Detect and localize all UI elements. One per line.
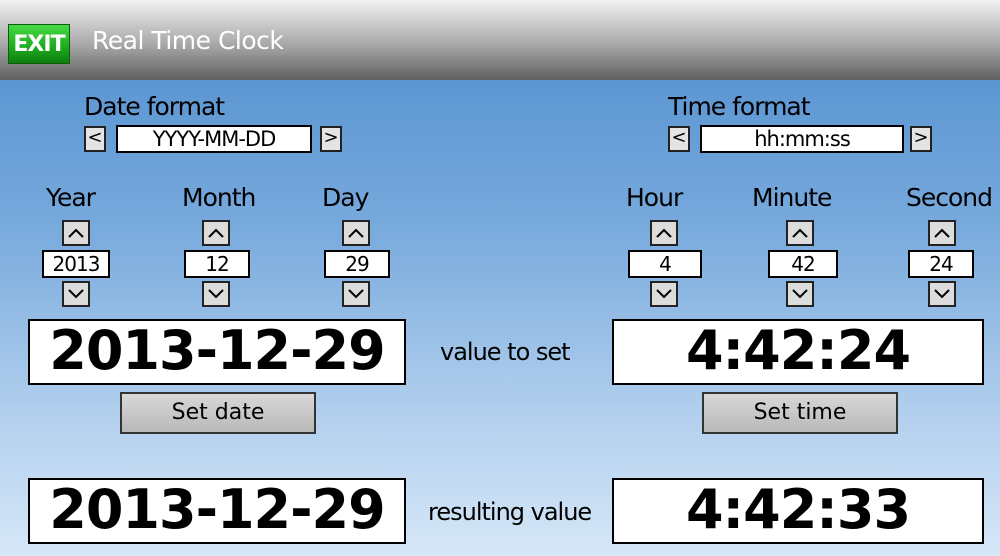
exit-button[interactable]: EXIT <box>8 24 70 64</box>
result-date-display: 2013-12-29 <box>28 478 406 544</box>
chevron-up-icon <box>208 228 224 238</box>
second-value[interactable]: 24 <box>908 250 974 278</box>
resulting-value-label: resulting value <box>428 498 592 526</box>
chevron-up-icon <box>934 228 950 238</box>
hour-value[interactable]: 4 <box>628 250 702 278</box>
chevron-up-icon <box>656 228 672 238</box>
date-format-next-button[interactable]: > <box>320 126 342 152</box>
date-format-label: Date format <box>84 92 225 121</box>
day-up-button[interactable] <box>342 220 370 246</box>
chevron-right-icon: > <box>323 127 339 148</box>
month-up-button[interactable] <box>202 220 230 246</box>
chevron-left-icon: < <box>671 127 687 148</box>
value-to-set-label: value to set <box>440 338 571 366</box>
day-label: Day <box>322 183 369 212</box>
hour-down-button[interactable] <box>650 281 678 307</box>
year-up-button[interactable] <box>62 220 90 246</box>
year-down-button[interactable] <box>62 281 90 307</box>
date-format-prev-button[interactable]: < <box>84 126 106 152</box>
set-time-button[interactable]: Set time <box>702 392 898 434</box>
title-bar: EXIT Real Time Clock <box>0 0 1000 80</box>
month-label: Month <box>182 183 256 212</box>
chevron-up-icon <box>68 228 84 238</box>
time-format-label: Time format <box>668 92 811 121</box>
chevron-down-icon <box>208 289 224 299</box>
chevron-down-icon <box>934 289 950 299</box>
chevron-up-icon <box>792 228 808 238</box>
rtc-screen: EXIT Real Time Clock Date format < YYYY-… <box>0 0 1000 556</box>
year-value[interactable]: 2013 <box>42 250 110 278</box>
set-date-display: 2013-12-29 <box>28 319 406 385</box>
day-down-button[interactable] <box>342 281 370 307</box>
chevron-down-icon <box>792 289 808 299</box>
month-value[interactable]: 12 <box>184 250 250 278</box>
set-date-button[interactable]: Set date <box>120 392 316 434</box>
year-label: Year <box>46 183 96 212</box>
set-time-display: 4:42:24 <box>612 319 984 385</box>
minute-label: Minute <box>752 183 832 212</box>
second-label: Second <box>906 183 993 212</box>
time-format-next-button[interactable]: > <box>910 126 932 152</box>
hour-up-button[interactable] <box>650 220 678 246</box>
result-time-display: 4:42:33 <box>612 478 984 544</box>
window-title: Real Time Clock <box>92 26 284 55</box>
time-format-prev-button[interactable]: < <box>668 126 690 152</box>
date-format-value: YYYY-MM-DD <box>116 125 312 153</box>
chevron-right-icon: > <box>913 127 929 148</box>
time-format-value: hh:mm:ss <box>700 125 904 153</box>
chevron-down-icon <box>68 289 84 299</box>
chevron-left-icon: < <box>87 127 103 148</box>
day-value[interactable]: 29 <box>324 250 390 278</box>
minute-up-button[interactable] <box>786 220 814 246</box>
chevron-down-icon <box>348 289 364 299</box>
chevron-up-icon <box>348 228 364 238</box>
hour-label: Hour <box>626 183 683 212</box>
second-up-button[interactable] <box>928 220 956 246</box>
minute-down-button[interactable] <box>786 281 814 307</box>
month-down-button[interactable] <box>202 281 230 307</box>
minute-value[interactable]: 42 <box>768 250 838 278</box>
chevron-down-icon <box>656 289 672 299</box>
second-down-button[interactable] <box>928 281 956 307</box>
